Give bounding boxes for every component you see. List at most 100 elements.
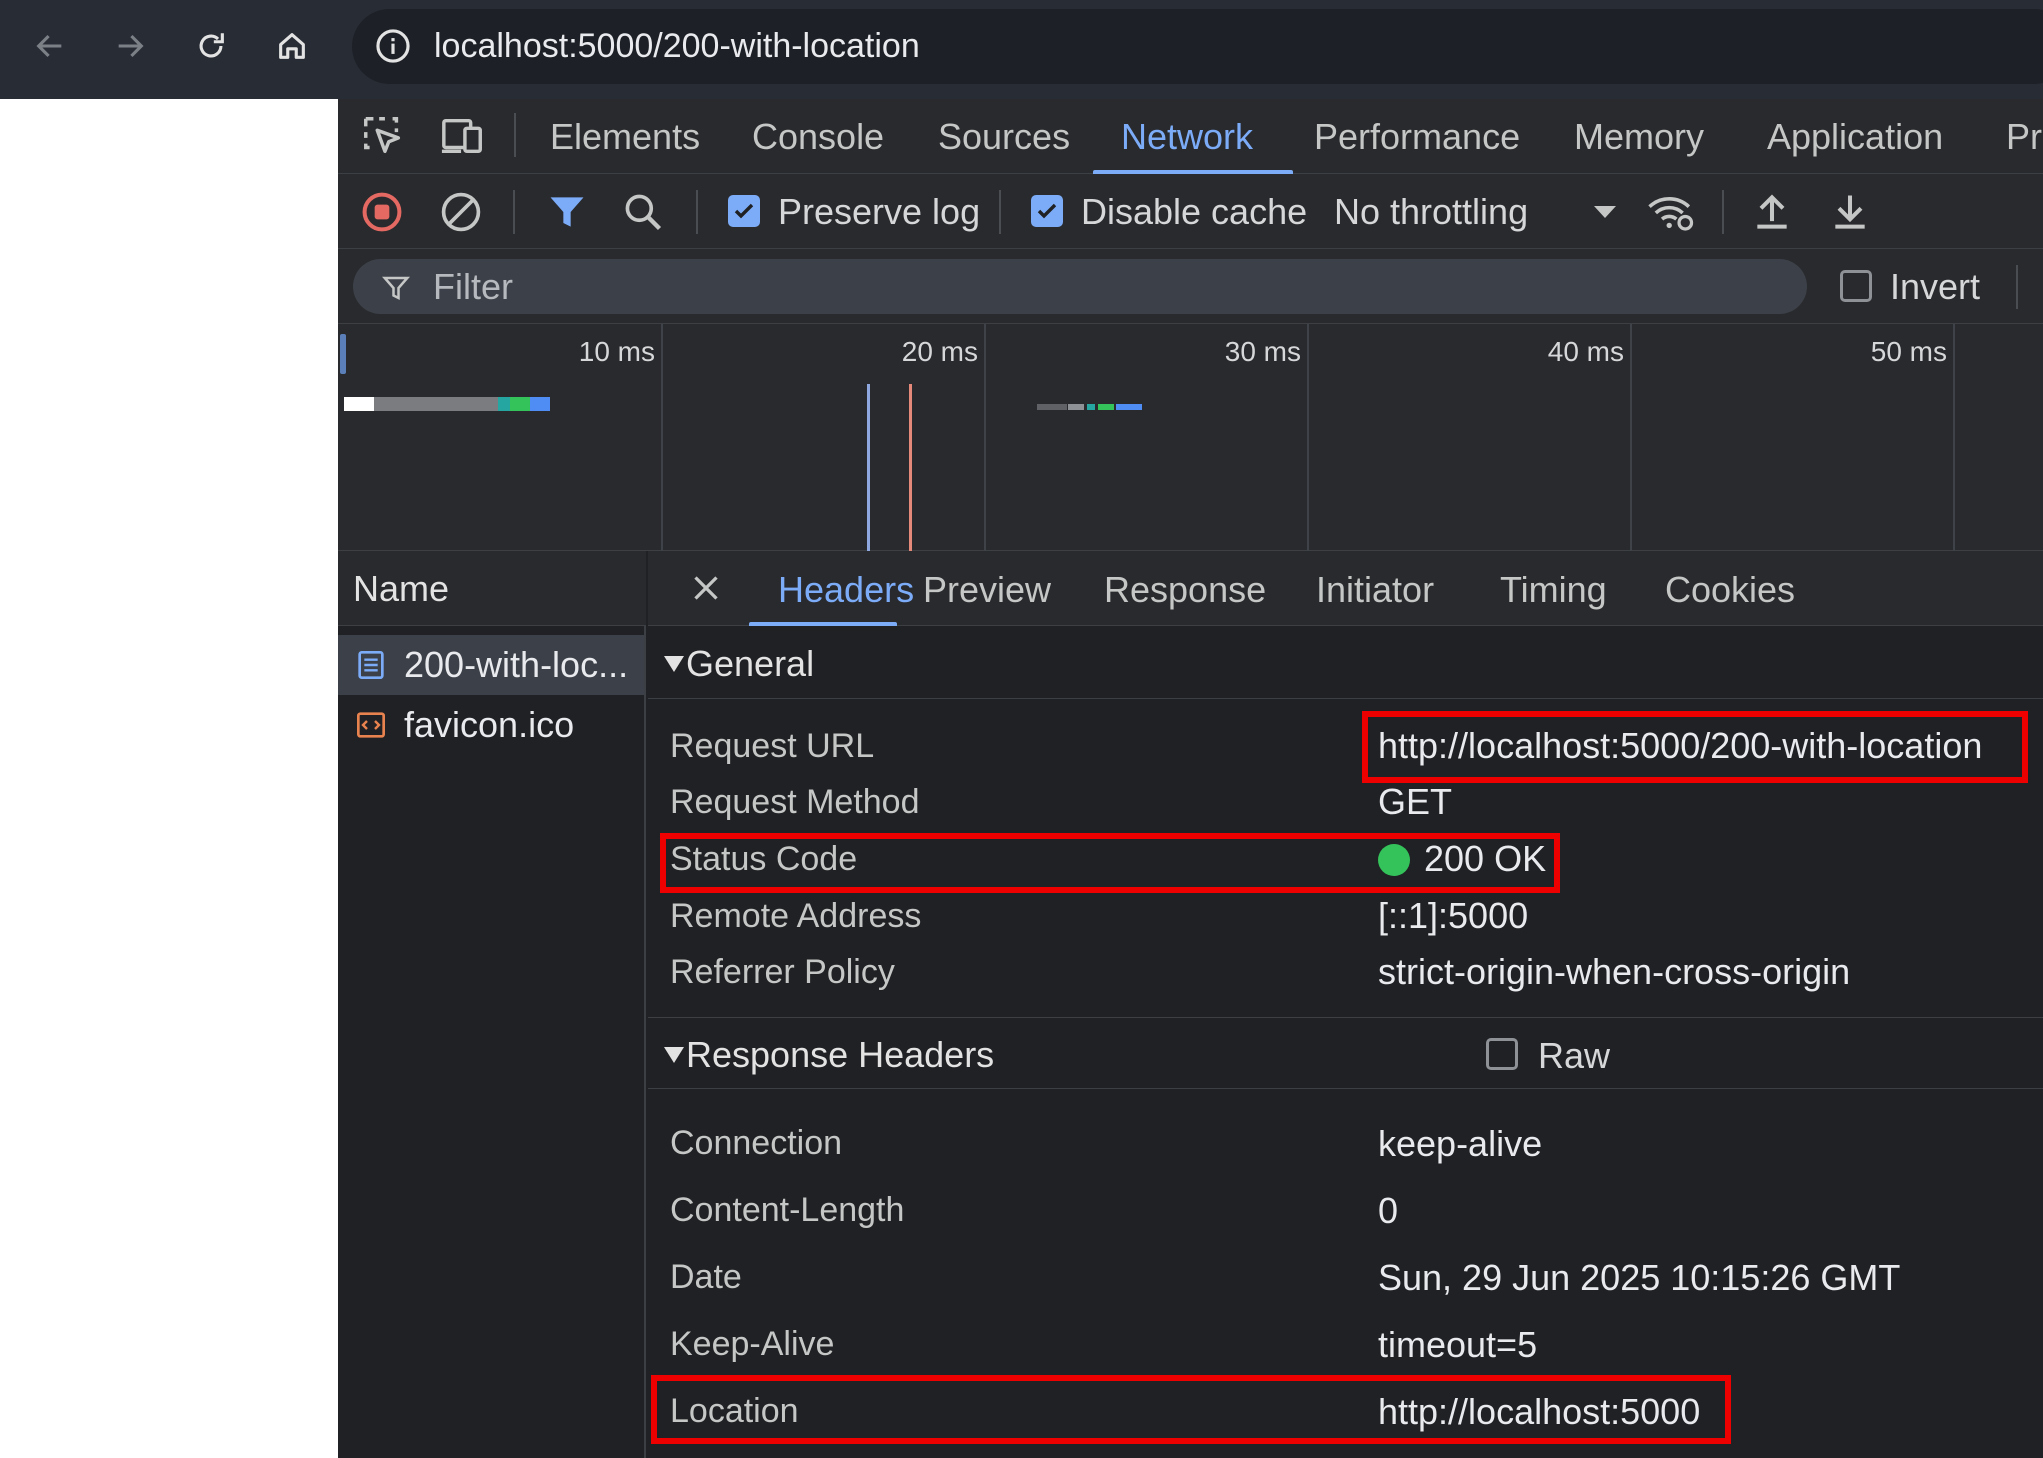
timeline-tick-label: 10 ms (578, 336, 655, 367)
header-value[interactable]: keep-alive (1378, 1110, 1542, 1177)
tab-cookies[interactable]: Cookies (1665, 551, 1795, 629)
header-key: Remote Address (670, 897, 922, 935)
request-details-panel: Headers Preview Response Initiator Timin… (648, 551, 2043, 1458)
device-toolbar-icon[interactable] (440, 113, 486, 159)
request-row[interactable]: 200-with-loc... (338, 635, 644, 695)
close-icon[interactable] (688, 570, 724, 606)
disable-cache-label[interactable]: Disable cache (1081, 174, 1307, 250)
raw-label[interactable]: Raw (1538, 1018, 1610, 1094)
timeline-tick-label: 20 ms (901, 336, 978, 367)
triangle-down-icon (664, 656, 684, 672)
checkmark-icon (1037, 203, 1057, 219)
active-tab-indicator (749, 622, 897, 626)
timing-bar-queue (1068, 404, 1084, 410)
name-column-header[interactable]: Name (338, 551, 646, 626)
toolbar-divider (2016, 265, 2018, 309)
arrow-right-icon (113, 29, 147, 63)
timing-bar-stalled (1037, 404, 1067, 410)
response-headers-section-header[interactable]: Response Headers Raw (648, 1017, 2043, 1089)
network-toolbar: Preserve log Disable cache No throttling (338, 174, 2043, 249)
general-section-title: General (686, 643, 815, 684)
toolbar-divider (999, 190, 1001, 234)
checkmark-icon (734, 203, 754, 219)
filter-placeholder: Filter (433, 266, 513, 307)
address-bar[interactable]: localhost:5000/200-with-location (352, 9, 2043, 84)
tab-timing[interactable]: Timing (1500, 551, 1607, 629)
header-key: Date (670, 1258, 742, 1296)
header-value[interactable]: 0 (1378, 1177, 1398, 1244)
timeline-gridline (1307, 324, 1309, 551)
tab-sources[interactable]: Sources (938, 99, 1070, 174)
tab-preview[interactable]: Preview (923, 551, 1051, 629)
request-row[interactable]: favicon.ico (338, 695, 644, 755)
disable-cache-checkbox[interactable] (1031, 195, 1063, 227)
tab-network[interactable]: Network (1121, 99, 1253, 174)
invert-label[interactable]: Invert (1890, 249, 1980, 325)
timing-bar-connect (1087, 404, 1095, 410)
home-icon (275, 29, 309, 63)
home-button[interactable] (264, 18, 320, 74)
details-tabs: Headers Preview Response Initiator Timin… (648, 551, 2043, 626)
browser-toolbar: localhost:5000/200-with-location (0, 0, 2043, 99)
header-row-content-length: Content-Length 0 (648, 1177, 2043, 1244)
tab-headers[interactable]: Headers (778, 551, 914, 629)
toolbar-divider (696, 190, 698, 234)
header-key: Connection (670, 1124, 843, 1162)
timeline-tick-label: 40 ms (1547, 336, 1624, 367)
header-value[interactable]: Sun, 29 Jun 2025 10:15:26 GMT (1378, 1244, 1900, 1311)
import-har-icon[interactable] (1750, 190, 1794, 234)
header-row-date: Date Sun, 29 Jun 2025 10:15:26 GMT (648, 1244, 2043, 1311)
tab-console[interactable]: Console (752, 99, 884, 174)
search-icon[interactable] (621, 190, 665, 234)
triangle-down-icon (664, 1047, 684, 1063)
invert-checkbox[interactable] (1840, 270, 1872, 302)
header-value[interactable]: timeout=5 (1378, 1311, 1537, 1378)
request-name: 200-with-loc... (404, 644, 629, 685)
inspect-element-icon[interactable] (360, 113, 406, 159)
document-icon (355, 649, 387, 681)
tab-elements[interactable]: Elements (550, 99, 700, 174)
filter-input[interactable]: Filter (353, 259, 1807, 314)
domcontentloaded-marker (867, 384, 870, 551)
header-key: Content-Length (670, 1191, 905, 1229)
clear-icon[interactable] (439, 190, 483, 234)
stop-recording-icon[interactable] (360, 190, 404, 234)
tab-application[interactable]: Application (1767, 99, 1943, 174)
request-list: Name 200-with-loc... favicon.ico (338, 551, 646, 1458)
header-value[interactable]: [::1]:5000 (1378, 888, 1528, 944)
throttling-select[interactable]: No throttling (1334, 174, 1528, 250)
arrow-left-icon (33, 29, 67, 63)
highlight-location (651, 1375, 1731, 1444)
tab-memory[interactable]: Memory (1574, 99, 1704, 174)
request-name: favicon.ico (404, 704, 575, 745)
export-har-icon[interactable] (1828, 190, 1872, 234)
preserve-log-checkbox[interactable] (728, 195, 760, 227)
forward-button[interactable] (102, 18, 158, 74)
header-row-connection: Connection keep-alive (648, 1110, 2043, 1177)
timeline-gridline (984, 324, 986, 551)
preserve-log-label[interactable]: Preserve log (778, 174, 980, 250)
address-text[interactable]: localhost:5000/200-with-location (434, 9, 920, 84)
raw-checkbox[interactable] (1486, 1038, 1518, 1070)
page-viewport (0, 99, 338, 1458)
timing-bar-waiting (510, 397, 530, 411)
tab-response[interactable]: Response (1104, 551, 1266, 629)
reload-button[interactable] (183, 18, 239, 74)
filter-icon[interactable] (545, 190, 589, 234)
timing-bar-stalled (374, 397, 498, 411)
tab-performance[interactable]: Performance (1314, 99, 1520, 174)
tab-initiator[interactable]: Initiator (1316, 551, 1434, 629)
network-conditions-icon[interactable] (1646, 190, 1696, 234)
timeline-gridline (661, 324, 663, 551)
timeline-gridline (1630, 324, 1632, 551)
header-value[interactable]: strict-origin-when-cross-origin (1378, 944, 1850, 1000)
filter-bar: Filter Invert (338, 249, 2043, 324)
network-overview-timeline[interactable]: 10 ms 20 ms 30 ms 40 ms 50 ms (338, 324, 2043, 551)
back-button[interactable] (22, 18, 78, 74)
general-section-header[interactable]: General (648, 627, 2043, 699)
overview-resize-handle[interactable] (340, 334, 346, 374)
tab-privacy-truncated[interactable]: Pri (2006, 99, 2043, 174)
site-info-icon[interactable] (374, 27, 412, 65)
chevron-down-icon[interactable] (1592, 204, 1618, 220)
header-row-referrer-policy: Referrer Policy strict-origin-when-cross… (648, 944, 2043, 1000)
